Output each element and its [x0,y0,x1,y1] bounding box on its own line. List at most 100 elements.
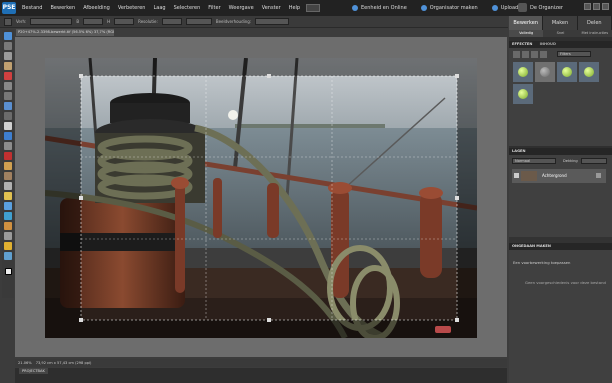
subtab-full[interactable]: Volledig [509,30,544,37]
tab-share[interactable]: Delen [577,16,612,30]
effects-panel: Filters [509,48,612,146]
online-button[interactable]: Eenheid en Online [352,5,407,11]
layer-name: Achtergrond [542,173,567,178]
organizer-icon [518,3,527,12]
type-icon[interactable] [4,142,12,150]
menu-view[interactable]: Weergave [229,5,254,11]
hand-icon[interactable] [4,62,12,70]
shape-icon[interactable] [4,222,12,230]
photo-canvas[interactable] [45,58,477,338]
top-right-actions: Eenheid en Online Organisator maken Uplo… [352,0,534,16]
effect-thumbnail[interactable] [535,62,555,82]
lock-icon[interactable] [596,173,601,178]
filter-icon[interactable] [513,51,520,58]
project-bin: PROJECTBAK [15,368,507,383]
quick-selection-icon[interactable] [4,112,12,120]
tab-edit[interactable]: Bewerken [509,16,544,30]
tab-create[interactable]: Maken [543,16,578,30]
tool-options-bar: Verh: B H Resolutie: Beeldverhouding: [0,16,508,28]
effect-thumbnail[interactable] [557,62,577,82]
gradient-icon[interactable] [4,212,12,220]
close-button[interactable] [602,3,609,10]
opacity-field[interactable] [581,158,607,164]
sponge-icon[interactable] [4,242,12,250]
undo-icon [420,5,427,11]
recompose-icon[interactable] [4,132,12,140]
blend-mode-dropdown[interactable]: Normaal [512,158,556,164]
spot-healing-icon[interactable] [4,162,12,170]
menu-window[interactable]: Venster [262,5,281,11]
organizer-button[interactable]: De Organizer [518,3,563,12]
height-field[interactable] [114,18,135,25]
undo-history-panel: Een voorbewerking toepassen Geen voorges… [509,250,612,383]
lasso-icon[interactable] [4,92,12,100]
layer-row[interactable]: Achtergrond [512,169,606,183]
eyedropper-icon[interactable] [4,72,12,80]
layers-panel: Normaal Dekking Achtergrond [509,155,612,245]
visibility-eye-icon[interactable] [514,173,519,178]
zoom-level[interactable]: 21.06% [18,361,32,365]
blur-icon[interactable] [4,232,12,240]
effect-thumbnail[interactable] [513,84,533,104]
undo-history-item[interactable]: Een voorbewerking toepassen [513,260,570,265]
menu-layer[interactable]: Laag [153,5,165,11]
menu-image[interactable]: Afbeelding [83,5,110,11]
menu-items: Bestand Bewerken Afbeelding Verbeteren L… [22,5,300,11]
menu-select[interactable]: Selecteren [174,5,201,11]
foreground-color-swatch[interactable] [4,268,12,275]
effects-filter-dropdown[interactable]: Filters [557,51,591,57]
minimize-button[interactable] [584,3,591,10]
menu-file[interactable]: Bestand [22,5,42,11]
effects-header[interactable]: EFFECTEN INHOUD [509,41,612,48]
document-dimensions: 73,92 cm x 57,43 cm (298 ppi) [35,361,92,365]
undo-history-header[interactable]: ONGEDAAN MAKEN [509,243,612,250]
overlay-dropdown[interactable] [255,18,290,25]
redo-icon [491,5,498,11]
effects-thumbnails [513,62,599,104]
magic-wand-icon[interactable] [4,102,12,110]
toolbox [2,30,14,298]
right-panel: Bewerken Maken Delen Volledig Snel Met i… [509,16,612,383]
undo-history-empty-text: Geen voorgeschiedenis voor deze bestand [525,280,606,285]
menu-filter[interactable]: Filter [208,5,220,11]
paint-bucket-icon[interactable] [4,202,12,210]
marquee-icon[interactable] [4,82,12,90]
undo-button[interactable]: Organisator maken [420,5,478,11]
effect-thumbnail[interactable] [579,62,599,82]
eraser-icon[interactable] [4,182,12,190]
globe-icon [352,5,358,11]
app-logo: PSE [2,2,16,14]
clone-stamp-icon[interactable] [4,172,12,180]
move-icon[interactable] [4,42,12,50]
workspace-toggle[interactable] [306,4,321,12]
panel-tabs: Bewerken Maken Delen [509,16,612,30]
all-effects-icon[interactable] [540,51,547,58]
menu-edit[interactable]: Bewerken [50,5,75,11]
zoom-icon[interactable] [4,52,12,60]
home-icon[interactable] [4,32,12,40]
brush-icon[interactable] [4,192,12,200]
layers-header[interactable]: LAGEN [509,148,612,155]
app-window: PSE Bestand Bewerken Afbeelding Verbeter… [0,0,612,383]
width-field[interactable] [83,18,104,25]
crop-icon[interactable] [4,122,12,130]
document-tab[interactable]: P20+47%-2-3398-bewerkt.tif (56.5% 6%) 37… [16,29,114,36]
resolution-unit-dropdown[interactable] [185,18,212,25]
red-eye-icon[interactable] [4,152,12,160]
layer-style-icon[interactable] [522,51,529,58]
status-bar: 21.06% 73,92 cm x 57,43 cm (298 ppi) [15,359,507,367]
subtab-quick[interactable]: Snel [543,30,577,37]
menu-help[interactable]: Help [289,5,300,11]
menu-enhance[interactable]: Verbeteren [118,5,146,11]
effect-thumbnail[interactable] [513,62,533,82]
subtab-guided[interactable]: Met instructies [578,30,612,37]
resolution-field[interactable] [161,18,182,25]
ratio-dropdown[interactable] [30,18,73,25]
smart-brush-icon[interactable] [4,252,12,260]
photo-effect-icon[interactable] [531,51,538,58]
maximize-button[interactable] [593,3,600,10]
opacity-label: Dekking [563,159,578,163]
edit-mode-tabs: Volledig Snel Met instructies [509,30,612,37]
crop-tool-icon [4,17,12,26]
project-bin-tab[interactable]: PROJECTBAK [19,368,48,374]
